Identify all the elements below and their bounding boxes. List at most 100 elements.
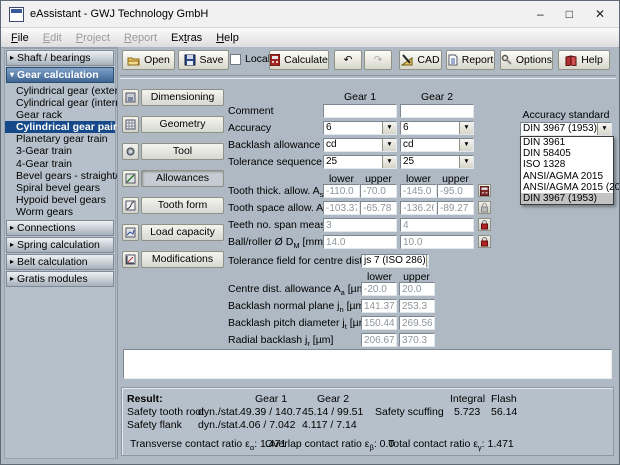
- chevron-right-icon: ▸: [10, 224, 14, 232]
- save-button[interactable]: Save: [178, 50, 229, 70]
- dropdown-arrow-icon[interactable]: ▼: [382, 122, 396, 134]
- options-tools-icon: [501, 54, 512, 66]
- dropdown-option-agma-2015-2020[interactable]: ANSI/AGMA 2015 (2020): [521, 182, 613, 193]
- sidebar-item-spiral-bevel-gears[interactable]: Spiral bevel gears: [5, 182, 115, 194]
- local-checkbox[interactable]: Local: [230, 53, 270, 65]
- tolerance-seq-gear1-select[interactable]: 25 ▼: [323, 155, 397, 169]
- sidebar-item-cylindrical-gear-pair[interactable]: Cylindrical gear pair: [5, 121, 115, 133]
- centre-dist-lower[interactable]: [361, 282, 397, 296]
- tooth-space-g2-lower[interactable]: [400, 201, 437, 215]
- nav-tooth-form-button[interactable]: Tooth form: [141, 197, 224, 214]
- comment-gear2-input[interactable]: [400, 104, 474, 118]
- dropdown-arrow-icon[interactable]: ▼: [459, 122, 473, 134]
- tooth-space-g1-lower[interactable]: [323, 201, 360, 215]
- span-meas-lock-button[interactable]: [478, 218, 491, 231]
- dimensioning-icon[interactable]: [122, 89, 139, 106]
- help-button[interactable]: Help: [558, 50, 610, 70]
- close-icon[interactable]: ✕: [595, 7, 605, 21]
- sidebar-section-shaft-bearings[interactable]: ▸ Shaft / bearings: [6, 50, 114, 66]
- ball-roller-g2[interactable]: [400, 235, 474, 249]
- maximize-icon[interactable]: □: [566, 7, 573, 21]
- nav-dimensioning-button[interactable]: Dimensioning: [141, 89, 224, 106]
- nav-load-capacity-button[interactable]: Load capacity: [141, 224, 224, 241]
- dropdown-arrow-icon[interactable]: ▼: [382, 156, 396, 168]
- dropdown-option-din-3961[interactable]: DIN 3961: [521, 137, 613, 148]
- undo-button[interactable]: ↶: [334, 50, 362, 70]
- modifications-icon[interactable]: [122, 251, 139, 268]
- sidebar-item-gear-rack[interactable]: Gear rack: [5, 109, 115, 121]
- backlash-pitch-lower[interactable]: [361, 316, 397, 330]
- tooth-form-icon[interactable]: [122, 197, 139, 214]
- sidebar-item-4-gear-train[interactable]: 4-Gear train: [5, 158, 115, 170]
- tooth-thick-g1-lower[interactable]: [323, 184, 360, 198]
- tolerance-seq-label: Tolerance sequence: [228, 155, 322, 169]
- allowances-icon[interactable]: [122, 170, 139, 187]
- sidebar-item-hypoid-bevel-gears[interactable]: Hypoid bevel gears: [5, 194, 115, 206]
- tooth-space-g2-upper[interactable]: [437, 201, 474, 215]
- sidebar-item-planetary-gear-train[interactable]: Planetary gear train: [5, 133, 115, 145]
- ball-roller-g1[interactable]: [323, 235, 397, 249]
- backlash-normal-upper[interactable]: [399, 299, 435, 313]
- span-meas-g1[interactable]: [323, 218, 397, 232]
- open-button[interactable]: Open: [122, 50, 175, 70]
- sidebar-section-belt-calculation[interactable]: ▸ Belt calculation: [6, 254, 114, 270]
- dropdown-option-din-3967-1953[interactable]: DIN 3967 (1953): [521, 193, 613, 204]
- dropdown-option-iso-1328[interactable]: ISO 1328: [521, 159, 613, 170]
- cad-button[interactable]: CAD: [399, 50, 442, 70]
- tooth-space-lock-button[interactable]: [478, 201, 491, 214]
- dropdown-option-din-58405[interactable]: DIN 58405: [521, 148, 613, 159]
- sidebar-item-cylindrical-gear-internal[interactable]: Cylindrical gear (internal): [5, 97, 115, 109]
- sidebar-item-worm-gears[interactable]: Worm gears: [5, 206, 115, 218]
- accuracy-gear1-select[interactable]: 6 ▼: [323, 121, 397, 135]
- tooth-thick-g1-upper[interactable]: [360, 184, 397, 198]
- sidebar-item-3-gear-train[interactable]: 3-Gear train: [5, 145, 115, 157]
- nav-modifications-button[interactable]: Modifications: [141, 251, 224, 268]
- span-meas-g2[interactable]: [400, 218, 474, 232]
- backlash-seq-gear2-select[interactable]: cd ▼: [400, 138, 474, 152]
- tooth-thick-g2-upper[interactable]: [437, 184, 474, 198]
- dropdown-arrow-icon[interactable]: ▼: [459, 139, 473, 151]
- nav-geometry-button[interactable]: Geometry: [141, 116, 224, 133]
- options-button[interactable]: Options: [500, 50, 553, 70]
- accuracy-gear2-select[interactable]: 6 ▼: [400, 121, 474, 135]
- sidebar-item-cylindrical-gear-external[interactable]: Cylindrical gear (external): [5, 85, 115, 97]
- tooth-space-g1-upper[interactable]: [360, 201, 397, 215]
- module-sidebar: ▸ Shaft / bearings ▾ Gear calculation Cy…: [4, 48, 116, 459]
- tool-icon[interactable]: [122, 143, 139, 160]
- nav-tool-button[interactable]: Tool: [141, 143, 224, 160]
- radial-backlash-upper[interactable]: [399, 333, 435, 347]
- menu-help[interactable]: Help: [209, 31, 246, 45]
- calculate-button[interactable]: Calculate: [269, 50, 329, 70]
- tolerance-seq-gear2-select[interactable]: 25 ▼: [400, 155, 474, 169]
- result-flash-header: Flash: [491, 393, 517, 405]
- backlash-seq-gear1-select[interactable]: cd ▼: [323, 138, 397, 152]
- comment-gear1-input[interactable]: [323, 104, 397, 118]
- dropdown-arrow-icon[interactable]: ▼: [382, 139, 396, 151]
- sidebar-section-connections[interactable]: ▸ Connections: [6, 220, 114, 236]
- backlash-normal-lower[interactable]: [361, 299, 397, 313]
- tooth-thick-calculator-button[interactable]: [478, 184, 491, 197]
- dropdown-arrow-icon[interactable]: ▼: [597, 123, 611, 135]
- backlash-pitch-upper[interactable]: [399, 316, 435, 330]
- centre-tol-select[interactable]: js 7 (ISO 286) ▼: [361, 254, 429, 268]
- nav-allowances-button[interactable]: Allowances: [141, 170, 224, 187]
- geometry-icon[interactable]: [122, 116, 139, 133]
- dropdown-option-agma-2015[interactable]: ANSI/AGMA 2015: [521, 171, 613, 182]
- redo-icon: ↷: [374, 54, 383, 66]
- minimize-icon[interactable]: –: [537, 7, 544, 21]
- sidebar-section-gear-calculation[interactable]: ▾ Gear calculation: [6, 67, 114, 83]
- radial-backlash-lower[interactable]: [361, 333, 397, 347]
- dropdown-arrow-icon[interactable]: ▼: [426, 255, 429, 267]
- centre-dist-upper[interactable]: [399, 282, 435, 296]
- accuracy-standard-select[interactable]: DIN 3967 (1953) ▼: [520, 122, 612, 136]
- load-capacity-icon[interactable]: [122, 224, 139, 241]
- ball-roller-lock-button[interactable]: [478, 235, 491, 248]
- sidebar-section-spring-calculation[interactable]: ▸ Spring calculation: [6, 237, 114, 253]
- menu-extras[interactable]: Extras: [164, 31, 209, 45]
- sidebar-section-gratis-modules[interactable]: ▸ Gratis modules: [6, 271, 114, 287]
- sidebar-item-bevel-gears[interactable]: Bevel gears - straight/helical: [5, 170, 115, 182]
- menu-file[interactable]: File: [4, 31, 36, 45]
- tooth-thick-g2-lower[interactable]: [400, 184, 437, 198]
- report-button[interactable]: Report: [446, 50, 495, 70]
- dropdown-arrow-icon[interactable]: ▼: [459, 156, 473, 168]
